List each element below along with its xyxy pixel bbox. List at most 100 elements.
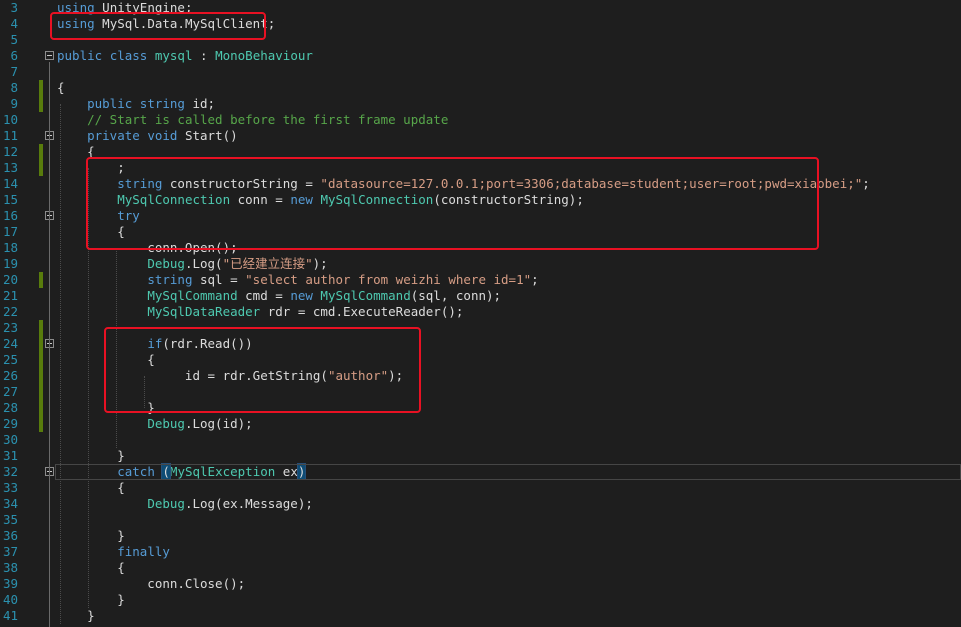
- line-number: 36: [2, 528, 18, 543]
- collapse-icon[interactable]: [45, 51, 54, 60]
- line-number: 19: [2, 256, 18, 271]
- code-line[interactable]: 30: [0, 432, 961, 448]
- code-token: .Log(ex.Message);: [184, 496, 313, 511]
- code-text[interactable]: }: [57, 608, 95, 624]
- code-text[interactable]: }: [57, 592, 125, 608]
- code-text[interactable]: }: [57, 448, 125, 464]
- line-number: 34: [2, 496, 18, 511]
- line-number: 10: [2, 112, 18, 127]
- code-line[interactable]: 36 }: [0, 528, 961, 544]
- annotation-box-read-result: [104, 327, 421, 413]
- type-token: MonoBehaviour: [215, 48, 313, 63]
- code-text[interactable]: {: [57, 480, 125, 496]
- code-line[interactable]: 41 }: [0, 608, 961, 624]
- code-text[interactable]: }: [57, 528, 125, 544]
- line-number: 12: [2, 144, 18, 159]
- code-token: {: [57, 80, 65, 95]
- line-number: 11: [2, 128, 18, 143]
- code-line[interactable]: 35: [0, 512, 961, 528]
- code-token: (sql, conn);: [410, 288, 502, 303]
- code-line[interactable]: 19 Debug.Log("已经建立连接");: [0, 256, 961, 272]
- change-marker: [39, 80, 43, 96]
- string-token: "select author from weizhi where id=1": [245, 272, 532, 287]
- code-text[interactable]: conn.Close();: [57, 576, 245, 592]
- keyword-token: public: [57, 48, 103, 63]
- code-line[interactable]: 11 private void Start(): [0, 128, 961, 144]
- code-text[interactable]: // Start is called before the first fram…: [57, 112, 448, 128]
- comment-token: // Start is called before the first fram…: [87, 112, 449, 127]
- code-token: cmd =: [237, 288, 291, 303]
- code-text[interactable]: Debug.Log("已经建立连接");: [57, 256, 328, 272]
- code-line[interactable]: 33 {: [0, 480, 961, 496]
- code-line[interactable]: 31 }: [0, 448, 961, 464]
- line-number: 4: [10, 16, 18, 31]
- keyword-token: string: [147, 272, 193, 287]
- line-number: 6: [10, 48, 18, 63]
- line-number: 40: [2, 592, 18, 607]
- code-line[interactable]: 29 Debug.Log(id);: [0, 416, 961, 432]
- line-number: 32: [2, 464, 18, 479]
- change-marker: [39, 272, 43, 288]
- code-line[interactable]: 34 Debug.Log(ex.Message);: [0, 496, 961, 512]
- code-line[interactable]: 8{: [0, 80, 961, 96]
- code-token: }: [57, 528, 125, 543]
- code-line[interactable]: 21 MySqlCommand cmd = new MySqlCommand(s…: [0, 288, 961, 304]
- code-text[interactable]: {: [57, 80, 65, 96]
- code-text[interactable]: MySqlCommand cmd = new MySqlCommand(sql,…: [57, 288, 501, 304]
- line-number: 37: [2, 544, 18, 559]
- code-line[interactable]: 38 {: [0, 560, 961, 576]
- code-text[interactable]: public string id;: [57, 96, 215, 112]
- type-token: mysql: [154, 48, 193, 63]
- code-line[interactable]: 20 string sql = "select author from weiz…: [0, 272, 961, 288]
- line-number: 28: [2, 400, 18, 415]
- code-text[interactable]: private void Start(): [57, 128, 238, 144]
- line-number: 29: [2, 416, 18, 431]
- code-line[interactable]: 10 // Start is called before the first f…: [0, 112, 961, 128]
- code-text[interactable]: finally: [57, 544, 170, 560]
- line-number: 21: [2, 288, 18, 303]
- code-text[interactable]: public class mysql : MonoBehaviour: [57, 48, 313, 64]
- code-token: ;: [531, 272, 539, 287]
- line-number: 24: [2, 336, 18, 351]
- code-text[interactable]: Debug.Log(ex.Message);: [57, 496, 313, 512]
- code-line[interactable]: 6 public class mysql : MonoBehaviour: [0, 48, 961, 64]
- line-number: 38: [2, 560, 18, 575]
- code-token: );: [312, 256, 328, 271]
- line-number: 14: [2, 176, 18, 191]
- code-line[interactable]: 9 public string id;: [0, 96, 961, 112]
- code-token: }: [57, 448, 125, 463]
- code-line[interactable]: 7: [0, 64, 961, 80]
- annotation-box-using-directive: [50, 12, 266, 40]
- code-line[interactable]: 39 conn.Close();: [0, 576, 961, 592]
- line-number: 23: [2, 320, 18, 335]
- code-line[interactable]: 40 }: [0, 592, 961, 608]
- code-text[interactable]: string sql = "select author from weizhi …: [57, 272, 539, 288]
- type-token: Debug: [147, 496, 185, 511]
- line-number: 41: [2, 608, 18, 623]
- type-token: Debug: [147, 256, 185, 271]
- type-token: MySqlDataReader: [147, 304, 261, 319]
- code-text[interactable]: Debug.Log(id);: [57, 416, 252, 432]
- line-number: 16: [2, 208, 18, 223]
- code-line[interactable]: 22 MySqlDataReader rdr = cmd.ExecuteRead…: [0, 304, 961, 320]
- code-text[interactable]: MySqlDataReader rdr = cmd.ExecuteReader(…: [57, 304, 463, 320]
- code-editor[interactable]: 3 using UnityEngine; 4 using MySql.Data.MyS…: [0, 0, 961, 627]
- code-token: {: [57, 560, 125, 575]
- line-number: 8: [10, 80, 18, 95]
- code-token: conn.Close();: [57, 576, 246, 591]
- code-token: Start(): [177, 128, 238, 143]
- keyword-token: finally: [117, 544, 170, 559]
- code-line[interactable]: 37 finally: [0, 544, 961, 560]
- code-token: {: [57, 480, 125, 495]
- code-text[interactable]: {: [57, 560, 125, 576]
- type-token: Debug: [147, 416, 185, 431]
- change-marker: [39, 144, 43, 160]
- keyword-token: public: [87, 96, 133, 111]
- line-number: 5: [10, 32, 18, 47]
- code-token: }: [57, 608, 95, 623]
- line-number: 3: [10, 0, 18, 15]
- line-number: 27: [2, 384, 18, 399]
